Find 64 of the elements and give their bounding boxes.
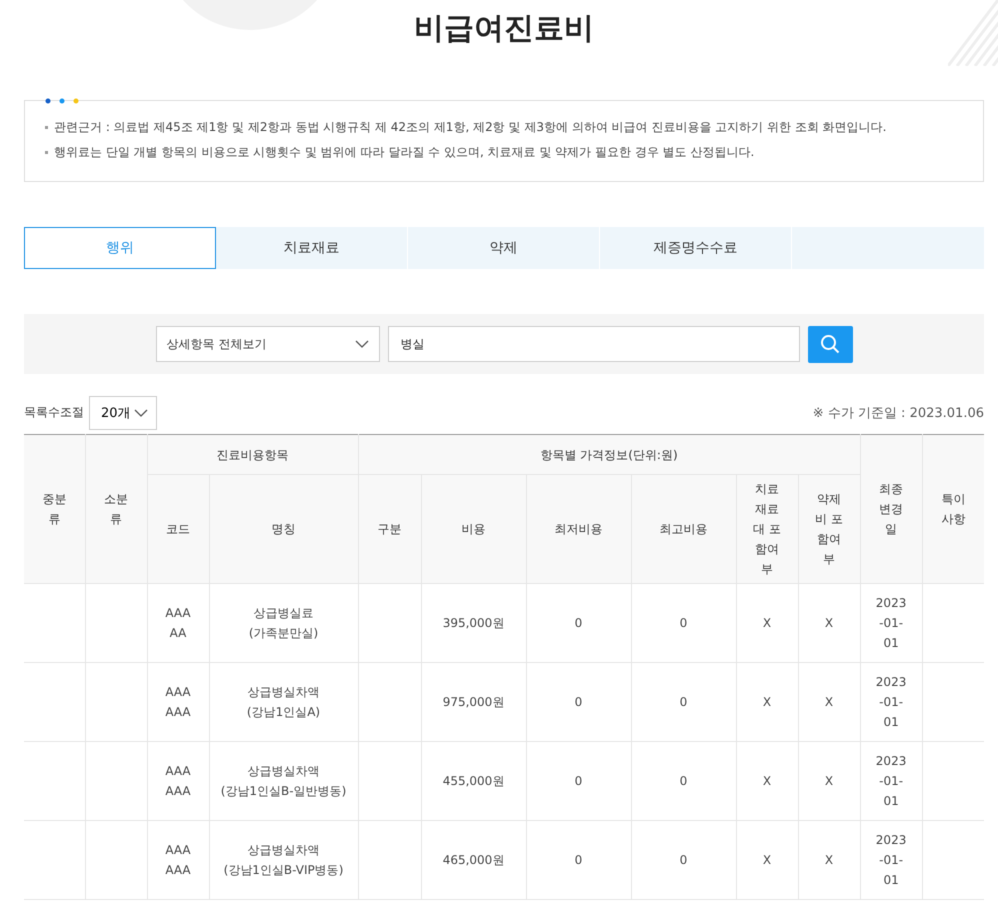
chevron-icon	[134, 408, 148, 416]
column-header: 특이사항	[922, 434, 984, 584]
group-header: 항목별 가격정보(단위:원)	[358, 434, 860, 474]
table-cell: 2023-01-01	[860, 662, 922, 742]
chevron-icon	[354, 340, 368, 348]
page-size-dropdown[interactable]: 20개	[89, 396, 157, 430]
table-cell: 상급병실차액 (강남1인실A)	[209, 662, 358, 742]
table-cell: 0	[631, 820, 736, 900]
table-cell: 2023-01-01	[860, 820, 922, 900]
base-date: ※ 수가 기준일 : 2023.01.06	[812, 404, 984, 422]
bullet-icon	[45, 126, 48, 129]
table-cell: X	[736, 662, 798, 742]
tab[interactable]: 약제	[408, 227, 600, 269]
search-icon	[820, 334, 840, 354]
table-cell: AAAAAA	[147, 820, 209, 900]
table-cell: AAAAAA	[147, 742, 209, 820]
table-cell: 상급병실료 (가족분만실)	[209, 584, 358, 662]
notice-text: 행위료는 단일 개별 항목의 비용으로 시행횟수 및 범위에 따라 달라질 수 있으며, 치료재료 및 약제가 필요한 경우 별도 산정됩니다.	[54, 144, 754, 161]
column-header: 코드	[147, 474, 209, 584]
table-cell: X	[798, 584, 860, 662]
table-cell: 상급병실차액 (강남1인실B-VIP병동)	[209, 820, 358, 900]
table-cell: 0	[526, 662, 631, 742]
table-cell: X	[798, 820, 860, 900]
column-header: 약제비 포함여부	[798, 474, 860, 584]
table-cell: 465,000원	[421, 820, 526, 900]
table-cell: X	[736, 742, 798, 820]
bullet-icon	[45, 151, 48, 154]
tab[interactable]: 치료재료	[216, 227, 408, 269]
table-cell: 0	[526, 820, 631, 900]
table-cell: 0	[526, 742, 631, 820]
page-title: 비급여진료비	[414, 10, 594, 48]
table-cell: 2023-01-01	[860, 742, 922, 820]
table-cell: AAAAA	[147, 584, 209, 662]
column-header: 소분류	[85, 434, 147, 584]
table-cell: 0	[631, 584, 736, 662]
column-header: 비용	[421, 474, 526, 584]
notice-text: 관련근거 : 의료법 제45조 제1항 및 제2항과 동법 시행규칙 제 42조의 제1항, 제2항 및 제3항에 의하여 비급여 진료비용을 고지하기 위한 조회 화면입니다.	[54, 119, 886, 136]
column-header: 명칭	[209, 474, 358, 584]
table-cell: X	[798, 742, 860, 820]
table-cell: 455,000원	[421, 742, 526, 820]
column-header: 중분류	[24, 434, 85, 584]
table-cell: 0	[631, 662, 736, 742]
table-cell: X	[736, 820, 798, 900]
table-cell: 0	[631, 742, 736, 820]
column-header: 최고비용	[631, 474, 736, 584]
column-header: 치료재료대 포함여부	[736, 474, 798, 584]
table-cell: 395,000원	[421, 584, 526, 662]
dots-icon	[45, 98, 79, 104]
column-header: 구분	[358, 474, 421, 584]
table-cell: 0	[526, 584, 631, 662]
page-size-label: 목록수조절	[24, 404, 84, 421]
table-cell: 2023-01-01	[860, 584, 922, 662]
table-cell: AAAAAA	[147, 662, 209, 742]
group-header: 진료비용항목	[147, 434, 358, 474]
table-cell: 상급병실차액 (강남1인실B-일반병동)	[209, 742, 358, 820]
column-header: 최저비용	[526, 474, 631, 584]
search-field[interactable]: 병실	[388, 326, 800, 362]
category-dropdown[interactable]: 상세항목 전체보기	[156, 326, 380, 362]
table-cell: 975,000원	[421, 662, 526, 742]
search-button[interactable]	[808, 326, 852, 362]
table-cell: X	[798, 662, 860, 742]
column-header: 최종변경일	[860, 434, 922, 584]
tab[interactable]: 제증명수수료	[600, 227, 792, 269]
table-cell: X	[736, 584, 798, 662]
